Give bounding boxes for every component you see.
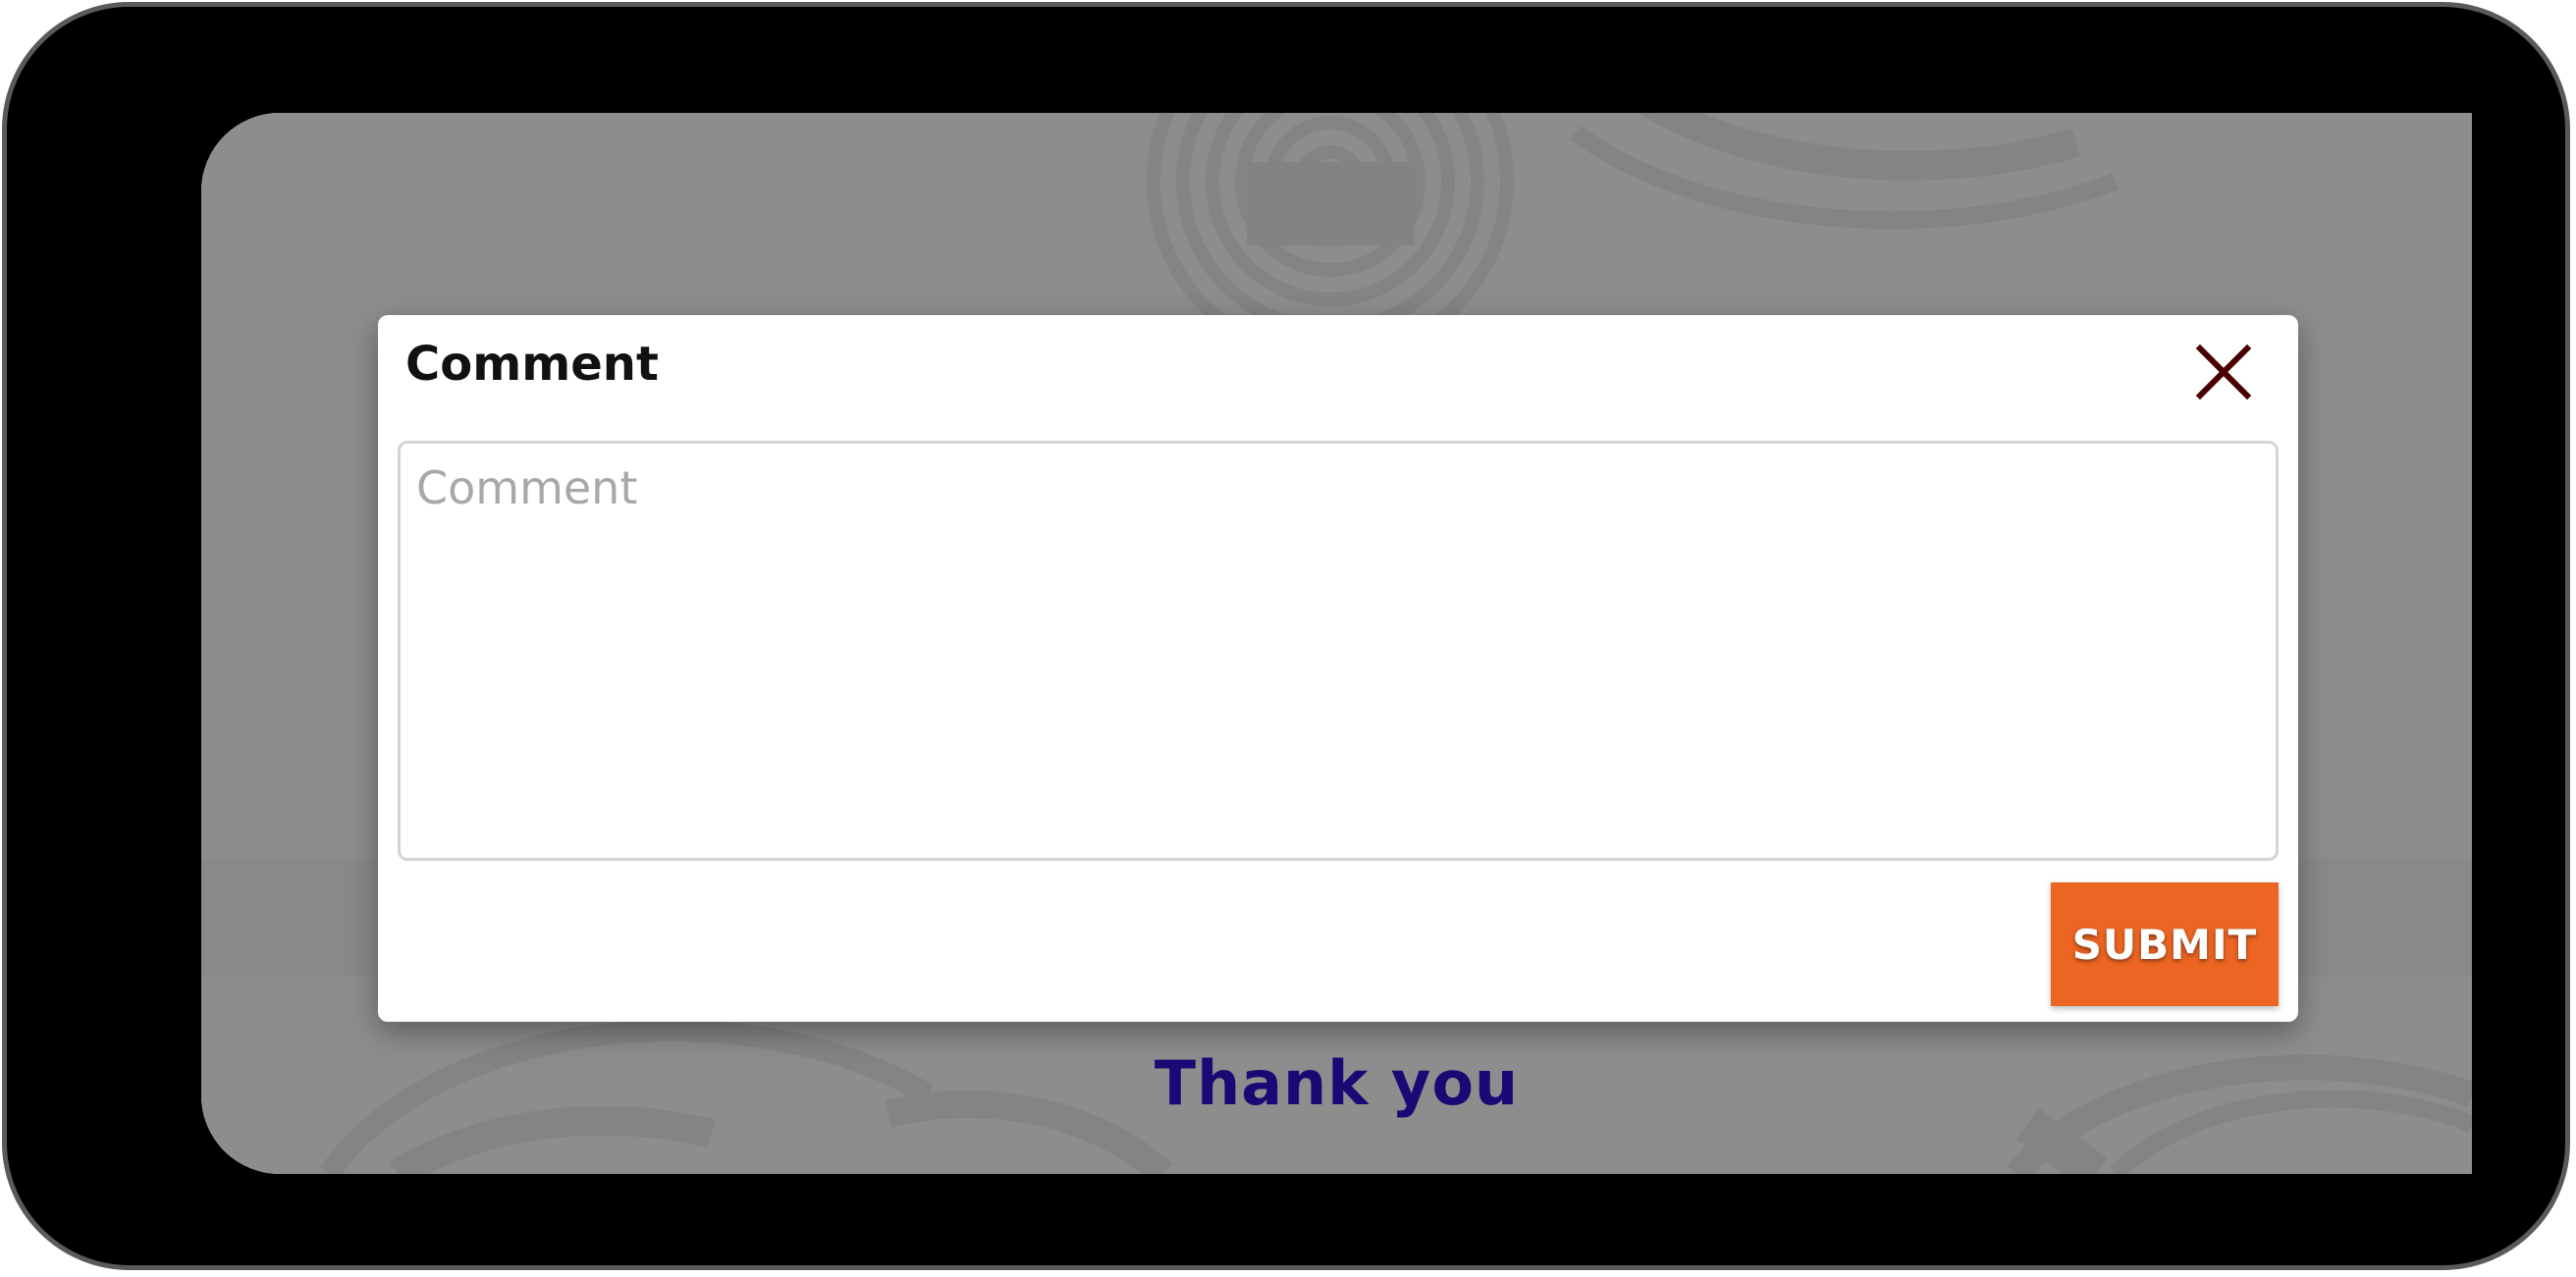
submit-button[interactable]: SUBMIT [2051, 882, 2279, 1006]
comment-dialog: Comment SUBMIT [378, 315, 2298, 1022]
dialog-title: Comment [405, 337, 659, 392]
close-button[interactable] [2192, 341, 2255, 403]
comment-input[interactable] [398, 441, 2279, 861]
app-screen: Thank you Comment SUBMIT [201, 113, 2472, 1174]
close-icon [2195, 344, 2252, 400]
device-frame: Thank you Comment SUBMIT [2, 2, 2570, 1270]
